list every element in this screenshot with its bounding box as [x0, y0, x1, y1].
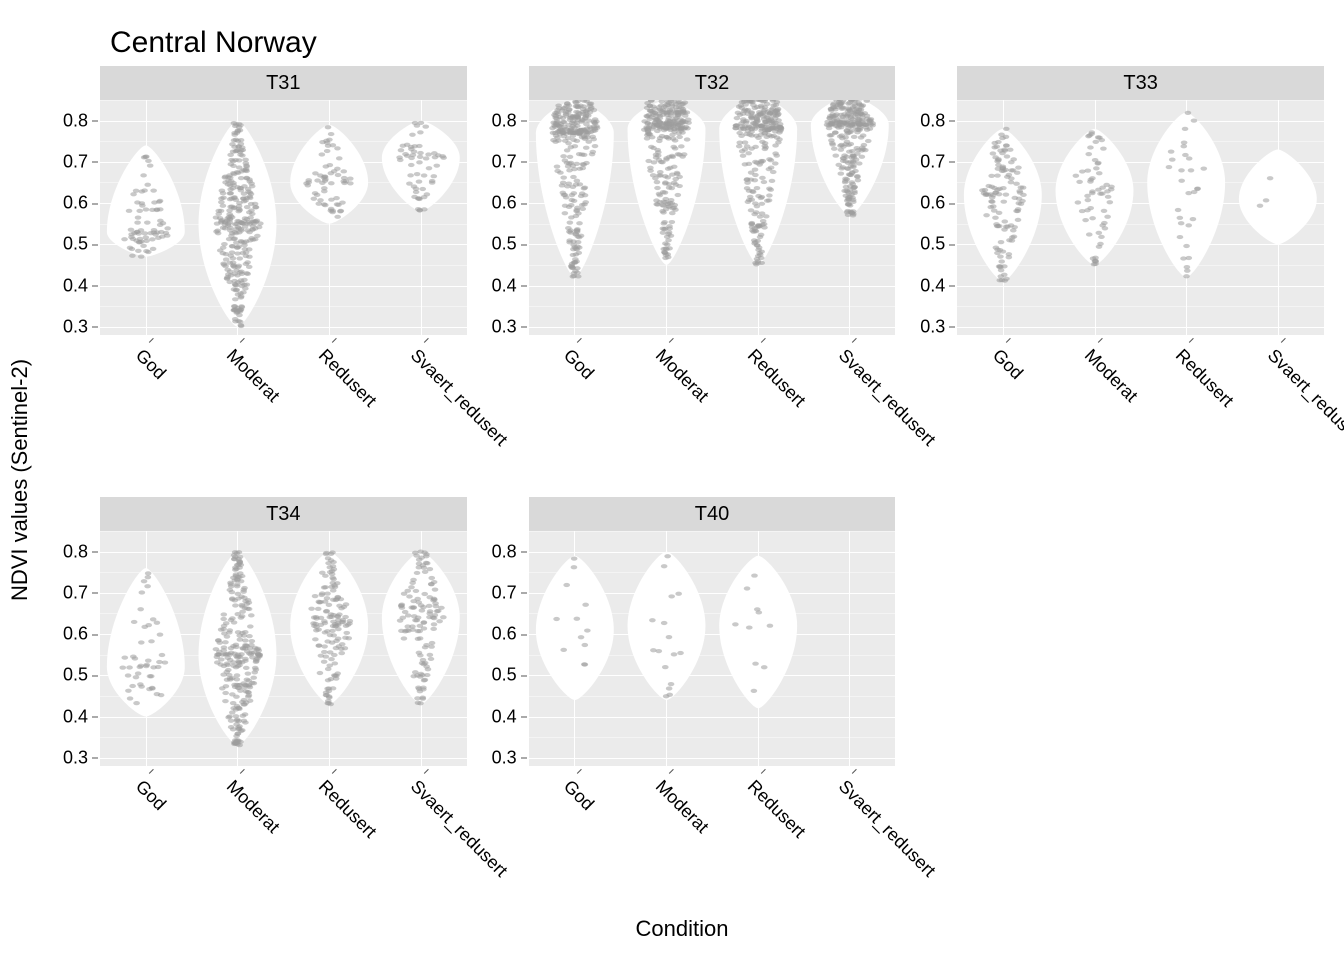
facet-strip: T40 — [529, 497, 896, 531]
x-axis-title: Condition — [40, 916, 1324, 960]
y-ticks: 0.3 0.4 0.5 0.6 0.7 0.8 — [479, 531, 529, 766]
x-tick-label: God — [560, 776, 599, 815]
y-tick-label: 0.8 — [63, 541, 88, 562]
y-tick-label: 0.6 — [920, 193, 945, 214]
x-tick-label: Moderat — [223, 345, 285, 407]
y-ticks: 0.3 0.4 0.5 0.6 0.7 0.8 — [50, 531, 100, 766]
x-tick-label: Redusert — [743, 776, 810, 843]
y-tick-label: 0.7 — [492, 582, 517, 603]
x-tick-label: Redusert — [743, 345, 810, 412]
x-axis-label-text: Condition — [636, 916, 729, 942]
x-ticks: GodModeratRedusertSvaert_redusert — [100, 766, 467, 916]
y-tick-label: 0.8 — [492, 110, 517, 131]
y-tick-label: 0.7 — [63, 151, 88, 172]
facet-strip: T34 — [100, 497, 467, 531]
x-ticks: GodModeratRedusertSvaert_redusert — [957, 335, 1324, 485]
facet-strip: T32 — [529, 66, 896, 100]
x-tick-label: Redusert — [314, 345, 381, 412]
y-tick-label: 0.6 — [63, 193, 88, 214]
y-tick-label: 0.4 — [492, 275, 517, 296]
y-tick-label: 0.4 — [492, 706, 517, 727]
panel — [100, 531, 467, 766]
x-tick-label: Svaert_redusert — [835, 776, 940, 881]
x-tick-label: Moderat — [223, 776, 285, 838]
y-tick-label: 0.3 — [63, 316, 88, 337]
y-tick-label: 0.8 — [920, 110, 945, 131]
facet-T31: T310.30.40.50.60.70.8GodModeratRedusertS… — [50, 66, 467, 485]
facet-T40: T400.30.40.50.60.70.8GodModeratRedusertS… — [479, 497, 896, 916]
facet-grid: T31 0.3 0.4 0.5 0.6 0.7 0.8 God Moderat Redusert S… — [40, 60, 1324, 916]
y-tick-label: 0.3 — [920, 316, 945, 337]
x-tick-label: Svaert_redusert — [1263, 345, 1344, 450]
facet-strip: T33 — [957, 66, 1324, 100]
figure: NDVI values (Sentinel-2) Central Norway … — [0, 0, 1344, 960]
y-ticks: 0.3 0.4 0.5 0.6 0.7 0.8 — [50, 100, 100, 335]
panel — [100, 100, 467, 335]
y-tick-label: 0.4 — [920, 275, 945, 296]
chart-main: Central Norway T31 0.3 0.4 0.5 0.6 0.7 0.8 God M… — [40, 0, 1344, 960]
facet-T33: T330.30.40.50.60.70.8GodModeratRedusertS… — [907, 66, 1324, 485]
y-tick-label: 0.5 — [63, 665, 88, 686]
y-tick-label: 0.5 — [920, 234, 945, 255]
y-tick-label: 0.3 — [63, 747, 88, 768]
y-tick-label: 0.6 — [63, 624, 88, 645]
y-tick-label: 0.3 — [492, 747, 517, 768]
y-tick-label: 0.6 — [492, 193, 517, 214]
facet-T34: T340.30.40.50.60.70.8GodModeratRedusertS… — [50, 497, 467, 916]
x-ticks: GodModeratRedusertSvaert_redusert — [529, 335, 896, 485]
y-tick-label: 0.6 — [492, 624, 517, 645]
y-ticks: 0.3 0.4 0.5 0.6 0.7 0.8 — [479, 100, 529, 335]
y-axis-label-text: NDVI values (Sentinel-2) — [7, 359, 33, 601]
x-tick-label: Moderat — [651, 776, 713, 838]
y-tick-label: 0.3 — [492, 316, 517, 337]
x-tick-label: God — [131, 345, 170, 384]
y-axis-title: NDVI values (Sentinel-2) — [0, 0, 40, 960]
y-tick-label: 0.7 — [63, 582, 88, 603]
y-tick-label: 0.7 — [920, 151, 945, 172]
y-tick-label: 0.4 — [63, 275, 88, 296]
x-tick-label: God — [988, 345, 1027, 384]
panel — [957, 100, 1324, 335]
x-tick-label: Moderat — [1080, 345, 1142, 407]
y-tick-label: 0.5 — [492, 234, 517, 255]
y-tick-label: 0.8 — [492, 541, 517, 562]
x-tick-label: Moderat — [651, 345, 713, 407]
y-tick-label: 0.4 — [63, 706, 88, 727]
x-ticks: GodModeratRedusertSvaert_redusert — [100, 335, 467, 485]
y-ticks: 0.3 0.4 0.5 0.6 0.7 0.8 — [907, 100, 957, 335]
x-tick-label: Redusert — [314, 776, 381, 843]
y-tick-label: 0.7 — [492, 151, 517, 172]
x-tick-label: Redusert — [1172, 345, 1239, 412]
chart-title: Central Norway — [110, 26, 317, 60]
x-ticks: GodModeratRedusertSvaert_redusert — [529, 766, 896, 916]
x-tick-label: God — [131, 776, 170, 815]
y-tick-label: 0.5 — [492, 665, 517, 686]
facet-T32: T320.30.40.50.60.70.8GodModeratRedusertS… — [479, 66, 896, 485]
chart-title-row: Central Norway — [40, 0, 1324, 60]
panel — [529, 531, 896, 766]
y-tick-label: 0.5 — [63, 234, 88, 255]
x-tick-label: God — [560, 345, 599, 384]
panel — [529, 100, 896, 335]
facet-strip: T31 — [100, 66, 467, 100]
y-tick-label: 0.8 — [63, 110, 88, 131]
